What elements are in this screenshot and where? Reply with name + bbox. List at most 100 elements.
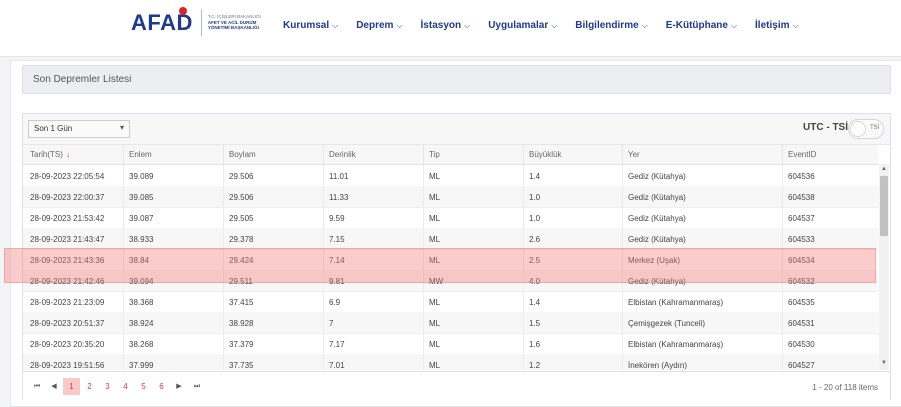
cell-magnitude: 4.0: [529, 277, 541, 286]
page-button-2[interactable]: 2: [82, 378, 97, 395]
cell-longitude: 29.378: [229, 235, 254, 244]
table-row[interactable]: 28-09-2023 22:00:37 39.085 29.506 11.33 ML 1.…: [23, 186, 878, 208]
cell-divider: [782, 207, 783, 228]
page-button-5[interactable]: 5: [136, 378, 151, 395]
nav-label: Deprem: [356, 20, 394, 31]
cell-divider: [622, 249, 623, 270]
cell-divider: [523, 165, 524, 186]
column-header-depth[interactable]: Derinlik: [329, 150, 356, 159]
table-row[interactable]: 28-09-2023 19:51:56 37.999 37.735 7.01 ML 1.2…: [23, 354, 878, 370]
column-header-longitude[interactable]: Boylam: [229, 150, 256, 159]
cell-divider: [223, 270, 224, 291]
table-row[interactable]: 28-09-2023 20:35:20 38.268 37.379 7.17 ML 1.6…: [23, 333, 878, 355]
cell-divider: [323, 333, 324, 354]
cell-depth: 7.17: [329, 340, 345, 349]
table-row[interactable]: 28-09-2023 21:43:36 38.84 29.424 7.14 ML 2.5 M…: [23, 249, 878, 271]
column-header-date[interactable]: Tarih(TS): [30, 150, 63, 159]
cell-divider: [782, 186, 783, 207]
scroll-thumb[interactable]: [880, 176, 888, 236]
table-row[interactable]: 28-09-2023 22:05:54 39.089 29.506 11.01 ML 1.…: [23, 165, 878, 187]
cell-location: Gediz (Kütahya): [628, 214, 686, 223]
pagination-bar: ⏮ ◀ 1 2 3 4 5 6 ▶ ⏭ 1 - 20 of 118 items: [23, 371, 890, 400]
nav-item-iletisim[interactable]: İletişim ⌵: [755, 20, 799, 31]
scroll-up-icon[interactable]: ▲: [881, 166, 887, 172]
column-header-magnitude[interactable]: Büyüklük: [529, 150, 561, 159]
chevron-down-icon: ⌵: [396, 21, 403, 30]
column-header-event-id[interactable]: EventID: [788, 150, 816, 159]
vertical-scrollbar[interactable]: ▲ ▼: [879, 164, 889, 370]
sort-desc-icon[interactable]: ↓: [66, 150, 70, 159]
cell-divider: [423, 165, 424, 186]
cell-divider: [423, 228, 424, 249]
column-header-latitude[interactable]: Enlem: [129, 150, 152, 159]
table-row[interactable]: 28-09-2023 21:42:46 39.094 29.511 9.81 MW 4.0…: [23, 270, 878, 292]
first-page-icon[interactable]: ⏮: [31, 378, 43, 395]
nav-item-uygulamalar[interactable]: Uygulamalar ⌵: [488, 20, 557, 31]
cell-event-id: 604537: [788, 214, 815, 223]
column-divider: [123, 145, 124, 164]
cell-divider: [223, 228, 224, 249]
main-nav: Kurumsal ⌵ Deprem ⌵ İstasyon ⌵ Uygulamalar ⌵…: [283, 20, 817, 31]
table-row[interactable]: 28-09-2023 20:51:37 38.924 38.928 7 ML 1.5 Çem…: [23, 312, 878, 334]
column-header-location[interactable]: Yer: [628, 150, 640, 159]
cell-divider: [323, 186, 324, 207]
cell-divider: [523, 186, 524, 207]
cell-depth: 7: [329, 319, 334, 328]
cell-divider: [622, 165, 623, 186]
cell-date: 28-09-2023 19:51:56: [30, 361, 105, 370]
cell-divider: [622, 270, 623, 291]
last-page-icon[interactable]: ⏭: [190, 378, 204, 395]
cell-divider: [123, 291, 124, 312]
page-button-6[interactable]: 6: [154, 378, 169, 395]
cell-latitude: 38.933: [129, 235, 154, 244]
nav-item-istasyon[interactable]: İstasyon ⌵: [421, 20, 471, 31]
page-button-4[interactable]: 4: [118, 378, 133, 395]
cell-divider: [622, 354, 623, 370]
cell-magnitude: 1.5: [529, 319, 541, 328]
cell-magnitude: 1.0: [529, 214, 541, 223]
column-header-type[interactable]: Tip: [429, 150, 440, 159]
table-row[interactable]: 28-09-2023 21:43:47 38.933 29.378 7.15 ML 2.6…: [23, 228, 878, 250]
page-title-bar: Son Depremler Listesi: [22, 65, 891, 94]
toggle-knob: [850, 121, 866, 137]
cell-type: ML: [429, 172, 441, 181]
cell-divider: [423, 207, 424, 228]
cell-location: İnekören (Aydın): [628, 361, 687, 370]
cell-divider: [323, 312, 324, 333]
cell-location: Elbistan (Kahramanmaraş): [628, 298, 724, 307]
chevron-down-icon: ⌵: [332, 21, 339, 30]
timezone-toggle[interactable]: TSİ: [848, 119, 884, 139]
nav-item-bilgilendirme[interactable]: Bilgilendirme ⌵: [575, 20, 647, 31]
next-page-icon[interactable]: ▶: [173, 378, 185, 395]
cell-divider: [622, 228, 623, 249]
nav-item-e-kutuphane[interactable]: E-Kütüphane ⌵: [666, 20, 737, 31]
column-divider: [323, 145, 324, 164]
cell-divider: [223, 165, 224, 186]
nav-label: İstasyon: [420, 20, 462, 31]
page-button-1[interactable]: 1: [63, 378, 80, 395]
logo-divider: [200, 10, 202, 36]
cell-divider: [523, 354, 524, 370]
cell-depth: 7.01: [329, 361, 345, 370]
cell-divider: [123, 333, 124, 354]
table-row[interactable]: 28-09-2023 21:53:42 39.087 29.505 9.59 ML 1.0…: [23, 207, 878, 229]
cell-magnitude: 2.6: [529, 235, 541, 244]
afad-logo[interactable]: AFAD T.C. İÇİŞLERİ BAKANLIĞI AFET VE ACİ…: [131, 7, 261, 36]
table-row[interactable]: 28-09-2023 21:23:09 38.368 37.415 6.9 ML 1.4 E…: [23, 291, 878, 313]
page-button-3[interactable]: 3: [100, 378, 115, 395]
cell-divider: [423, 186, 424, 207]
time-range-dropdown[interactable]: Son 1 Gün ▾: [28, 120, 130, 138]
prev-page-icon[interactable]: ◀: [48, 378, 60, 395]
scroll-down-icon[interactable]: ▼: [881, 360, 887, 366]
cell-type: ML: [429, 298, 441, 307]
toggle-label: TSİ: [870, 125, 880, 131]
cell-date: 28-09-2023 20:51:37: [30, 319, 105, 328]
nav-item-deprem[interactable]: Deprem ⌵: [356, 20, 402, 31]
cell-location: Gediz (Kütahya): [628, 277, 686, 286]
logo-subtitle-line-3: YÖNETİMİ BAŞKANLIĞI: [207, 25, 259, 30]
cell-type: ML: [429, 214, 441, 223]
nav-item-kurumsal[interactable]: Kurumsal ⌵: [283, 20, 338, 31]
cell-divider: [323, 228, 324, 249]
cell-divider: [523, 333, 524, 354]
cell-magnitude: 1.0: [529, 193, 541, 202]
